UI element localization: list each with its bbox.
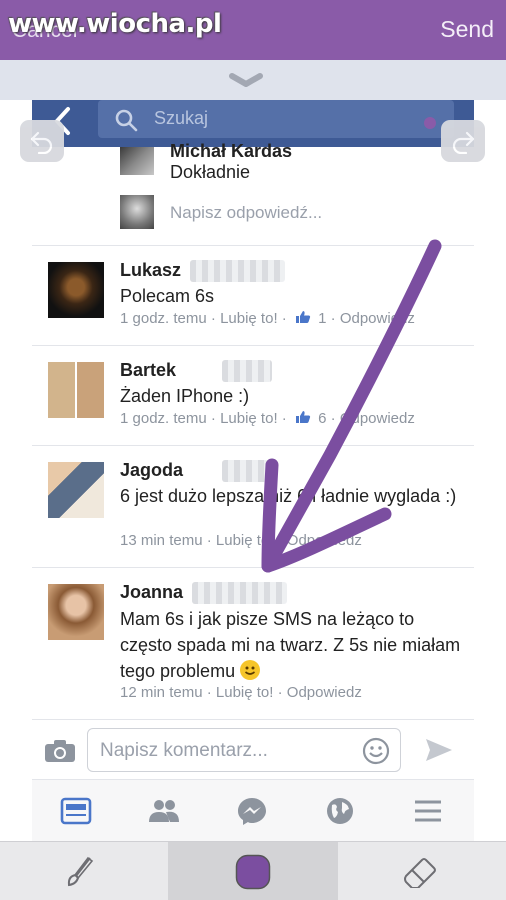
like-link[interactable]: Lubię to! — [220, 310, 278, 327]
avatar[interactable] — [48, 584, 104, 640]
color-picker-button[interactable] — [168, 842, 338, 900]
undo-button[interactable] — [20, 120, 64, 162]
screen: Cancel www.wiocha.pl Send Szukaj Michał … — [0, 0, 506, 900]
comment-text: 6 jest dużo lepsza niż 6 i ładnie wyglad… — [120, 486, 457, 506]
globe-notifications-icon[interactable] — [324, 796, 356, 826]
reply-author[interactable]: Michał Kardas — [170, 141, 292, 162]
avatar[interactable] — [48, 362, 104, 418]
editor-top-bar: Cancel www.wiocha.pl Send — [0, 0, 506, 60]
avatar — [120, 195, 154, 229]
like-count: 1 — [318, 310, 327, 327]
reply-link[interactable]: Odpowiedz — [287, 684, 362, 701]
comment-time: 1 godz. temu — [120, 310, 207, 327]
avatar[interactable] — [48, 262, 104, 318]
color-swatch-icon — [235, 854, 271, 890]
send-button[interactable]: Send — [440, 16, 494, 43]
brush-tool-button[interactable] — [0, 842, 168, 900]
comment-time: 1 godz. temu — [120, 410, 207, 427]
comment-text: Żaden IPhone :) — [120, 386, 250, 406]
reply-item: Michał Kardas Dokładnie — [120, 141, 474, 187]
search-input[interactable]: Szukaj — [98, 100, 454, 138]
reply-text: Dokładnie — [170, 162, 251, 182]
search-placeholder: Szukaj — [154, 108, 209, 128]
brush-icon — [67, 856, 94, 887]
comment-time: 13 min temu — [120, 532, 203, 549]
redacted-surname — [222, 360, 272, 382]
like-count: 6 — [318, 410, 327, 427]
thumbs-up-icon — [295, 311, 311, 323]
comment-author[interactable]: Bartek — [120, 360, 176, 381]
emoji-icon[interactable] — [362, 737, 390, 765]
comment-input[interactable]: Napisz komentarz... — [87, 728, 401, 772]
comment-author[interactable]: Joanna — [120, 582, 183, 603]
comment-placeholder: Napisz komentarz... — [100, 740, 268, 761]
color-dot — [424, 117, 436, 129]
comment-time: 12 min temu — [120, 684, 203, 701]
search-bar: Szukaj — [32, 100, 474, 147]
comment-item: Joanna Mam 6s i jak pisze SMS na leżąco … — [32, 567, 474, 719]
redacted-surname — [192, 582, 287, 604]
like-link[interactable]: Lubię to! — [220, 410, 278, 427]
watermark: www.wiocha.pl — [8, 9, 222, 39]
smiley-emoji-icon — [240, 660, 261, 680]
drawing-toolbar — [0, 841, 506, 900]
thumbs-up-icon — [295, 411, 311, 423]
avatar[interactable] — [120, 147, 154, 175]
pull-handle-bar[interactable] — [0, 60, 506, 100]
comment-text: Mam 6s i jak pisze SMS na leżąco to częs… — [120, 606, 465, 684]
reply-link[interactable]: Odpowiedz — [340, 410, 415, 427]
reply-link[interactable]: Odpowiedz — [287, 532, 362, 549]
avatar[interactable] — [48, 462, 104, 518]
comment-item: Lukasz Polecam 6s 1 godz. temu · Lubię t… — [32, 245, 474, 345]
tab-bar — [32, 779, 474, 841]
chevron-down-icon[interactable] — [228, 72, 264, 88]
messenger-icon[interactable] — [236, 796, 268, 826]
send-arrow-icon[interactable] — [424, 737, 454, 763]
comment-author[interactable]: Lukasz — [120, 260, 181, 281]
redacted-surname — [190, 260, 285, 282]
like-link[interactable]: Lubię to! — [216, 684, 274, 701]
comment-item: Bartek Żaden IPhone :) 1 godz. temu · Lu… — [32, 345, 474, 445]
eraser-icon — [404, 858, 436, 888]
menu-icon[interactable] — [412, 796, 444, 826]
undo-icon — [30, 131, 53, 154]
redacted-surname — [222, 460, 277, 482]
friends-icon[interactable] — [148, 796, 180, 826]
search-icon — [115, 109, 138, 132]
reply-input[interactable]: Napisz odpowiedź... — [170, 203, 322, 223]
comment-body-text: Mam 6s i jak pisze SMS na leżąco to częs… — [120, 609, 461, 681]
comment-author[interactable]: Jagoda — [120, 460, 183, 481]
comment-meta: 12 min temu · Lubię to! · Odpowiedz — [120, 684, 362, 701]
reply-link[interactable]: Odpowiedz — [340, 310, 415, 327]
eraser-tool-button[interactable] — [338, 842, 506, 900]
news-feed-icon[interactable] — [60, 796, 92, 826]
comment-meta: 1 godz. temu · Lubię to! · 1 · Odpowiedz — [120, 310, 415, 327]
comment-meta: 13 min temu · Lubię to! · Odpowiedz — [120, 532, 362, 549]
comment-text: Polecam 6s — [120, 286, 215, 306]
comment-composer: Napisz komentarz... — [32, 719, 474, 779]
comment-meta: 1 godz. temu · Lubię to! · 6 · Odpowiedz — [120, 410, 415, 427]
reply-input-row[interactable]: Napisz odpowiedź... — [120, 195, 474, 235]
comment-item: Jagoda 6 jest dużo lepsza niż 6 i ładnie… — [32, 445, 474, 567]
like-link[interactable]: Lubię to! — [216, 532, 274, 549]
camera-icon[interactable] — [44, 739, 76, 763]
